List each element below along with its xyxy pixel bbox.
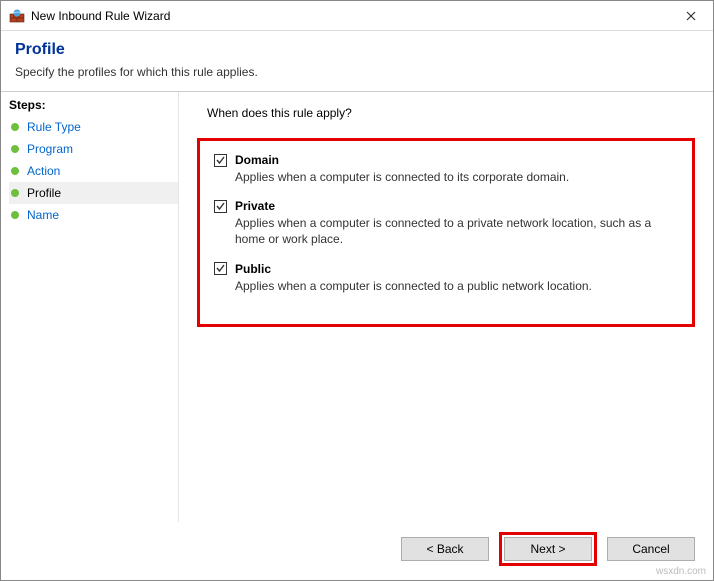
step-bullet-icon <box>11 123 19 131</box>
wizard-window: New Inbound Rule Wizard Profile Specify … <box>0 0 714 581</box>
step-program[interactable]: Program <box>9 138 178 160</box>
wizard-header: Profile Specify the profiles for which t… <box>1 31 713 91</box>
window-title: New Inbound Rule Wizard <box>31 9 677 23</box>
back-button[interactable]: < Back <box>401 537 489 561</box>
next-button-highlight: Next > <box>499 532 597 566</box>
step-label: Program <box>27 142 73 156</box>
profiles-highlight-box: Domain Applies when a computer is connec… <box>197 138 695 327</box>
steps-sidebar: Steps: Rule Type Program Action Profile … <box>1 92 179 522</box>
profile-name: Public <box>235 262 271 276</box>
profile-name: Domain <box>235 153 279 167</box>
step-label: Name <box>27 208 59 222</box>
domain-checkbox[interactable] <box>214 154 227 167</box>
close-button[interactable] <box>677 6 705 26</box>
wizard-body: Steps: Rule Type Program Action Profile … <box>1 92 713 522</box>
cancel-button[interactable]: Cancel <box>607 537 695 561</box>
profile-public: Public Applies when a computer is connec… <box>214 262 678 294</box>
step-bullet-icon <box>11 211 19 219</box>
page-title: Profile <box>15 41 699 59</box>
profile-desc: Applies when a computer is connected to … <box>235 169 678 185</box>
steps-label: Steps: <box>9 98 178 112</box>
step-label: Rule Type <box>27 120 81 134</box>
profile-desc: Applies when a computer is connected to … <box>235 215 678 247</box>
step-label: Action <box>27 164 60 178</box>
step-bullet-icon <box>11 167 19 175</box>
question-text: When does this rule apply? <box>207 106 695 120</box>
step-rule-type[interactable]: Rule Type <box>9 116 178 138</box>
wizard-footer: < Back Next > Cancel <box>1 522 713 580</box>
profile-domain: Domain Applies when a computer is connec… <box>214 153 678 185</box>
public-checkbox[interactable] <box>214 262 227 275</box>
next-button[interactable]: Next > <box>504 537 592 561</box>
firewall-icon <box>9 8 25 24</box>
step-bullet-icon <box>11 145 19 153</box>
profile-desc: Applies when a computer is connected to … <box>235 278 678 294</box>
titlebar: New Inbound Rule Wizard <box>1 1 713 31</box>
page-subtitle: Specify the profiles for which this rule… <box>15 65 699 79</box>
profile-private: Private Applies when a computer is conne… <box>214 199 678 247</box>
private-checkbox[interactable] <box>214 200 227 213</box>
step-name[interactable]: Name <box>9 204 178 226</box>
profile-name: Private <box>235 199 275 213</box>
step-action[interactable]: Action <box>9 160 178 182</box>
step-bullet-icon <box>11 189 19 197</box>
step-profile[interactable]: Profile <box>9 182 178 204</box>
main-panel: When does this rule apply? Domain Applie… <box>179 92 713 522</box>
step-label: Profile <box>27 186 61 200</box>
